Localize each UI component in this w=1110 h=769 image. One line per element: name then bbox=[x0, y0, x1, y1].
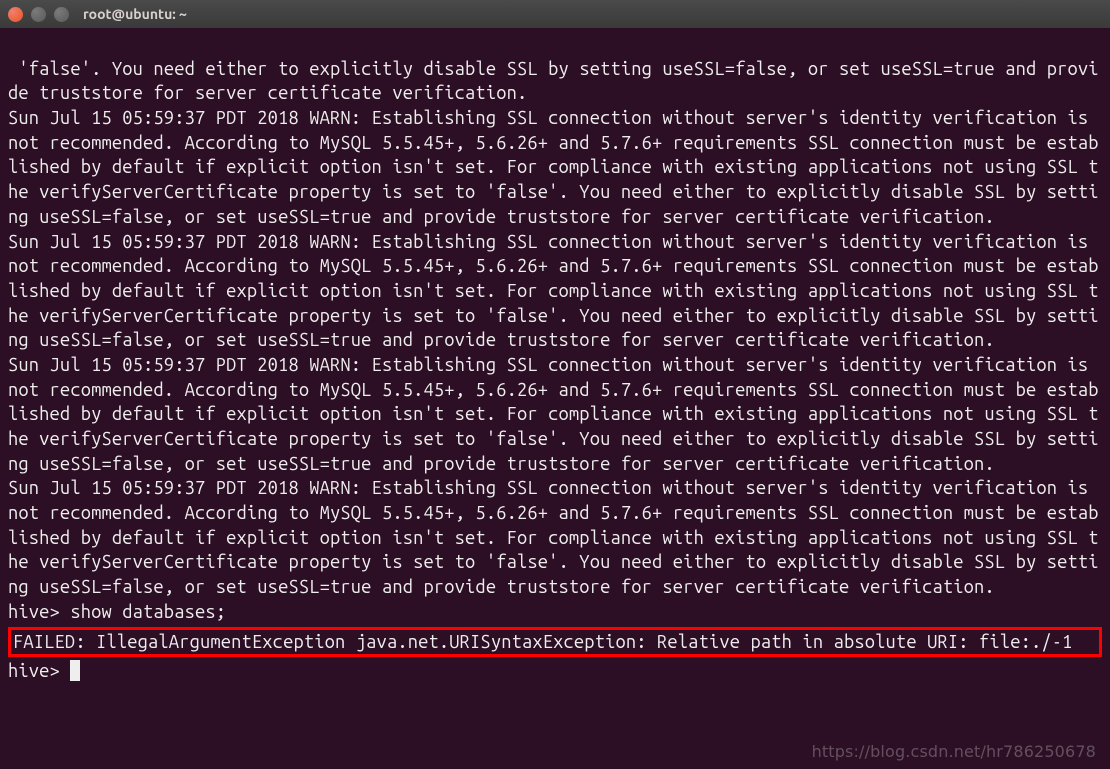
titlebar: root@ubuntu: ~ bbox=[0, 0, 1110, 28]
terminal-output[interactable]: 'false'. You need either to explicitly d… bbox=[0, 28, 1110, 769]
error-text: FAILED: IllegalArgumentException java.ne… bbox=[13, 632, 1073, 652]
hive-command: hive> show databases; bbox=[8, 602, 226, 622]
window-controls bbox=[8, 7, 69, 22]
ssl-warning-1: Sun Jul 15 05:59:37 PDT 2018 WARN: Estab… bbox=[8, 108, 1099, 227]
error-highlight-box: FAILED: IllegalArgumentException java.ne… bbox=[8, 627, 1102, 658]
ssl-warning-partial: 'false'. You need either to explicitly d… bbox=[8, 59, 1099, 104]
cursor bbox=[70, 660, 80, 681]
ssl-warning-4: Sun Jul 15 05:59:37 PDT 2018 WARN: Estab… bbox=[8, 478, 1099, 597]
maximize-icon[interactable] bbox=[54, 7, 69, 22]
ssl-warning-2: Sun Jul 15 05:59:37 PDT 2018 WARN: Estab… bbox=[8, 232, 1099, 351]
close-icon[interactable] bbox=[8, 7, 23, 22]
minimize-icon[interactable] bbox=[31, 7, 46, 22]
hive-prompt: hive> bbox=[8, 661, 70, 681]
window-title: root@ubuntu: ~ bbox=[83, 6, 187, 22]
watermark: https://blog.csdn.net/hr786250678 bbox=[812, 741, 1096, 763]
ssl-warning-3: Sun Jul 15 05:59:37 PDT 2018 WARN: Estab… bbox=[8, 355, 1099, 474]
